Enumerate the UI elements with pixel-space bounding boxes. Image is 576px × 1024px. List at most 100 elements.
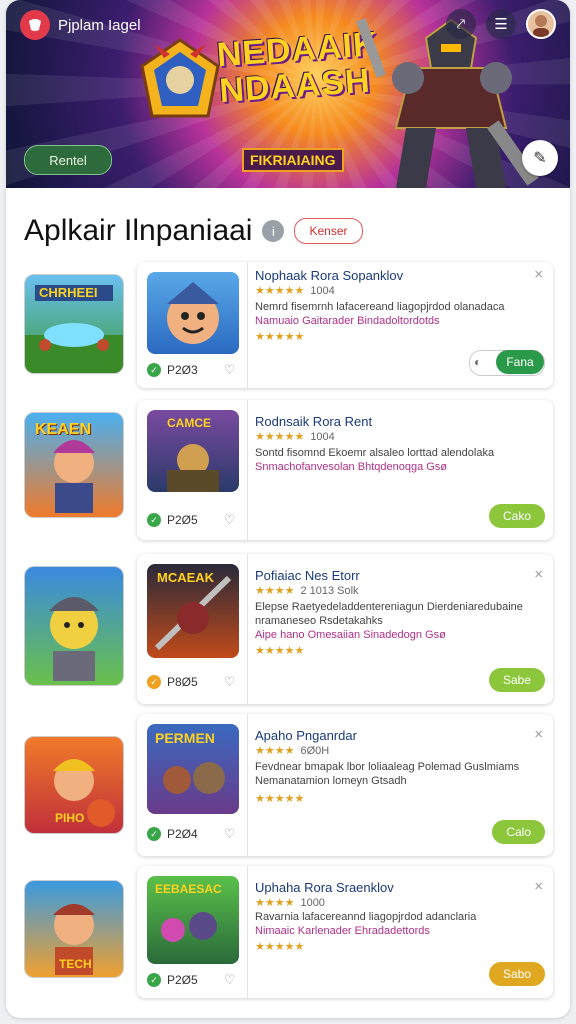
card-thumbnail: CAMCE: [147, 410, 239, 492]
verified-icon: ✓: [147, 675, 161, 689]
divider: [247, 714, 248, 856]
app-card[interactable]: MCAEAK ✓ P8Ø5 ♡ Pofiaiac Nes Etorr × ★★★…: [137, 554, 553, 704]
secondary-rating: ★★★★★: [255, 793, 305, 805]
rating-count: 2 1013 Solk: [300, 585, 359, 597]
hero-rent-button[interactable]: Rentel: [24, 145, 112, 175]
rating-count: 1004: [310, 285, 335, 297]
list-item: TECH EEBAESAC ✓ P2Ø5 ♡ Uphaha Rora Sraen…: [6, 866, 570, 1006]
app-card[interactable]: PERMEN ✓ P2Ø4 ♡ Apaho Pnganrdar × ★★★★ 6Ø…: [137, 714, 553, 856]
card-title[interactable]: Nophaak Rora Sopanklov: [255, 268, 403, 283]
divider: [247, 866, 248, 998]
card-description: Sontd fisomnd Ekoemr alsaleo lorttad ale…: [255, 447, 495, 459]
card-thumbnail: [147, 272, 239, 354]
rating-count: 1000: [300, 897, 325, 909]
heart-icon[interactable]: ♡: [224, 362, 236, 378]
app-thumbnail[interactable]: KEAEN: [24, 412, 124, 518]
app-thumbnail[interactable]: CHRHEEI: [24, 274, 124, 374]
card-thumbnail-label: MCAEAK: [157, 570, 215, 585]
card-title[interactable]: Apaho Pnganrdar: [255, 728, 357, 743]
heart-icon[interactable]: ♡: [224, 826, 236, 842]
list-item: MCAEAK ✓ P8Ø5 ♡ Pofiaiac Nes Etorr × ★★★…: [6, 554, 570, 704]
card-meta: ✓ P2Ø4 ♡: [147, 822, 247, 846]
price: P2Ø4: [167, 827, 198, 841]
app-card[interactable]: ✓ P2Ø3 ♡ Nophaak Rora Sopanklov × ★★★★★ 1…: [137, 262, 553, 388]
price: P2Ø5: [167, 973, 198, 987]
menu-icon[interactable]: ☰: [486, 9, 516, 39]
divider: [247, 554, 248, 704]
share-icon[interactable]: ⤤: [446, 9, 476, 39]
toggle-button[interactable]: Fana: [496, 350, 544, 374]
app-thumbnail[interactable]: [24, 566, 124, 686]
hero-subtitle: FIKRIAIAING: [242, 148, 344, 172]
rating-stars: ★★★★: [255, 897, 295, 909]
hero-banner[interactable]: NEDAAIK NDAASH Pjplam Iagel ⤤ ☰ FIKRIAIA…: [6, 0, 570, 188]
thumbnail-label: CHRHEEI: [39, 285, 98, 300]
app-thumbnail[interactable]: PIHO: [24, 736, 124, 834]
secondary-rating: ★★★★★: [255, 331, 305, 343]
card-thumbnail: PERMEN: [147, 724, 239, 814]
rating-stars: ★★★★: [255, 585, 295, 597]
rating-count: 1004: [310, 431, 335, 443]
info-icon[interactable]: i: [262, 220, 285, 242]
rating: ★★★★★ 1004: [255, 284, 335, 297]
card-description: Ravarnia lafacereannd liagopjrdod adancl…: [255, 911, 477, 923]
card-description: Nemrd fisemrnh lafacereand liagopjrdod o…: [255, 301, 505, 313]
close-icon[interactable]: ×: [534, 266, 543, 283]
card-title[interactable]: Pofiaiac Nes Etorr: [255, 568, 360, 583]
card-meta: ✓ P2Ø5 ♡: [147, 968, 247, 992]
app-card[interactable]: CAMCE ✓ P2Ø5 ♡ Rodnsaik Rora Rent ★★★★★ 1…: [137, 400, 553, 540]
card-meta: ✓ P2Ø5 ♡: [147, 508, 247, 532]
hero-emblem: [140, 38, 220, 118]
card-thumbnail: EEBAESAC: [147, 876, 239, 964]
rating-stars: ★★★★★: [255, 285, 305, 297]
list-item: PIHO PERMEN ✓ P2Ø4 ♡ Apaho Pnganrdar × ★…: [6, 714, 570, 856]
divider: [247, 400, 248, 540]
thumbnail-label: PIHO: [55, 811, 85, 825]
section-title: Aplkair Ilnpaniaai: [24, 214, 253, 247]
brand-logo-icon: [20, 10, 50, 40]
toggle[interactable]: ◐ Fana: [469, 350, 545, 376]
brand[interactable]: Pjplam Iagel: [20, 10, 141, 40]
verified-icon: ✓: [147, 513, 161, 527]
rating-stars: ★★★★★: [255, 431, 305, 443]
app-card[interactable]: EEBAESAC ✓ P2Ø5 ♡ Uphaha Rora Sraenklov …: [137, 866, 553, 998]
heart-icon[interactable]: ♡: [224, 674, 236, 690]
secondary-rating: ★★★★★: [255, 941, 305, 953]
hero-chat-icon[interactable]: ✎: [522, 140, 558, 176]
heart-icon[interactable]: ♡: [224, 972, 236, 988]
action-button[interactable]: Sabo: [488, 962, 545, 986]
app-frame: NEDAAIK NDAASH Pjplam Iagel ⤤ ☰ FIKRIAIA…: [6, 0, 570, 1018]
thumbnail-label: KEAEN: [35, 421, 92, 438]
section-header: Aplkair Ilnpaniaai i Kenser: [24, 214, 363, 248]
verified-icon: ✓: [147, 363, 161, 377]
divider: [247, 262, 248, 388]
card-meta: ✓ P2Ø3 ♡: [147, 358, 247, 382]
verified-icon: ✓: [147, 827, 161, 841]
card-thumbnail: MCAEAK: [147, 564, 239, 658]
close-icon[interactable]: ×: [534, 566, 543, 583]
card-tags: Snmachofanvesolan Bhtqdenoqga Gsø: [255, 461, 448, 473]
card-meta: ✓ P8Ø5 ♡: [147, 670, 247, 694]
rating: ★★★★ 6Ø0H: [255, 744, 329, 757]
price: P2Ø5: [167, 513, 198, 527]
price: P2Ø3: [167, 363, 198, 377]
action-button[interactable]: Calo: [492, 820, 545, 844]
close-icon[interactable]: ×: [534, 878, 543, 895]
toggle-knob-icon: ◐: [474, 355, 482, 369]
app-thumbnail[interactable]: TECH: [24, 880, 124, 978]
verified-icon: ✓: [147, 973, 161, 987]
card-thumbnail-label: EEBAESAC: [155, 882, 222, 896]
avatar[interactable]: [526, 9, 556, 39]
card-description: Fevdnear bmapak lbor loliaaleag Polemad …: [255, 761, 520, 787]
filter-button[interactable]: Kenser: [294, 218, 363, 244]
card-thumbnail-label: PERMEN: [155, 730, 215, 746]
close-icon[interactable]: ×: [534, 726, 543, 743]
rating: ★★★★★ 1004: [255, 430, 335, 443]
brand-name: Pjplam Iagel: [58, 16, 141, 34]
action-button[interactable]: Sabe: [488, 668, 545, 692]
heart-icon[interactable]: ♡: [224, 512, 236, 528]
action-button[interactable]: Cako: [488, 504, 545, 528]
card-title[interactable]: Rodnsaik Rora Rent: [255, 414, 372, 429]
card-title[interactable]: Uphaha Rora Sraenklov: [255, 880, 394, 895]
top-actions: ⤤ ☰: [446, 9, 556, 39]
